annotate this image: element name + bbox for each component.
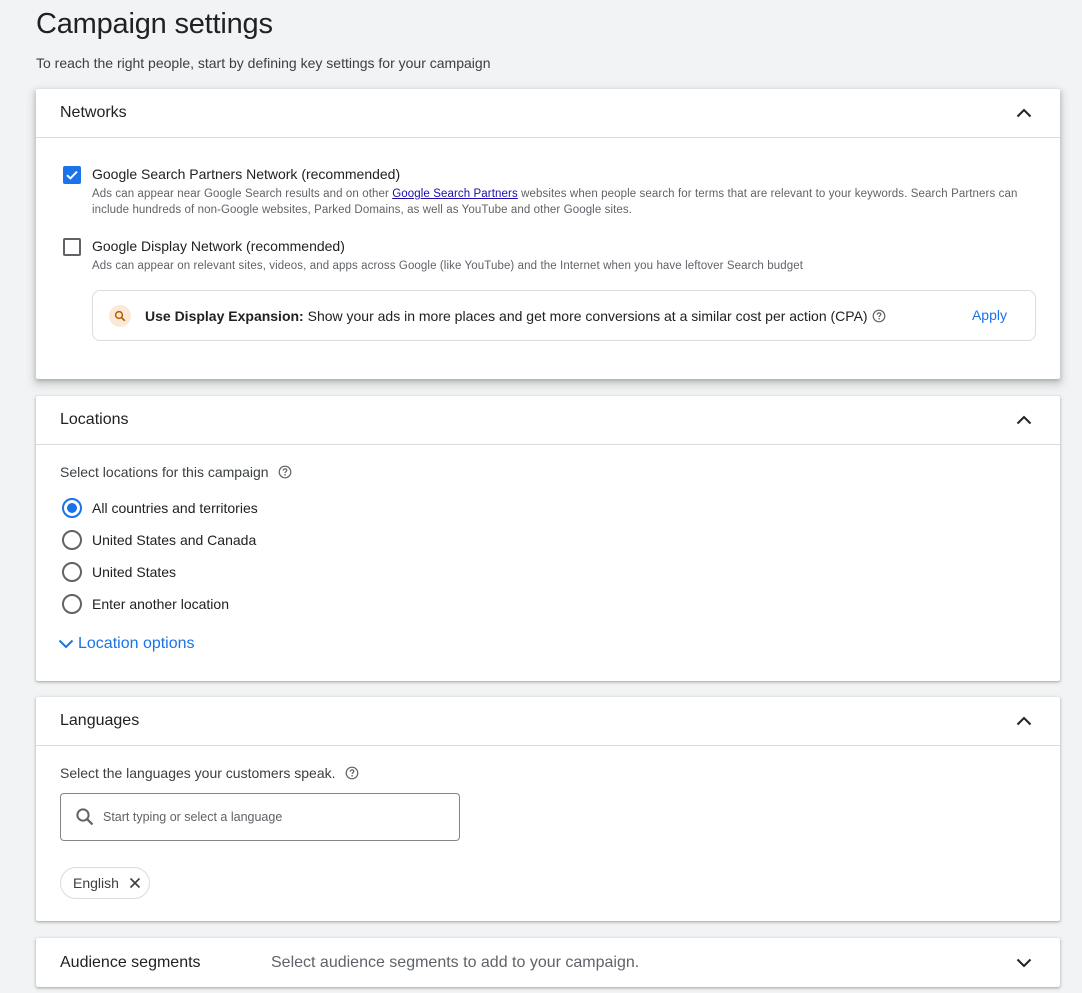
close-icon[interactable] xyxy=(129,877,141,889)
language-chip: English xyxy=(60,867,150,899)
check-icon xyxy=(66,170,78,180)
search-icon xyxy=(109,305,131,327)
help-icon[interactable] xyxy=(278,465,292,482)
chevron-up-icon[interactable] xyxy=(1012,709,1036,733)
search-icon xyxy=(76,808,94,826)
chevron-down-icon xyxy=(58,639,74,649)
audience-title: Audience segments xyxy=(60,953,201,971)
location-radio-us[interactable] xyxy=(62,562,82,582)
display-expansion-banner: Use Display Expansion: Show your ads in … xyxy=(92,290,1036,341)
search-partners-checkbox[interactable] xyxy=(63,166,81,184)
chevron-up-icon[interactable] xyxy=(1012,408,1036,432)
language-search-field[interactable] xyxy=(60,793,460,841)
location-radio-us-canada[interactable] xyxy=(62,530,82,550)
networks-header[interactable]: Networks xyxy=(36,89,1060,138)
location-option-label: All countries and territories xyxy=(92,500,258,516)
locations-prompt-text: Select locations for this campaign xyxy=(60,464,269,480)
audience-card[interactable]: Audience segments Select audience segmen… xyxy=(36,938,1060,987)
location-options-toggle[interactable]: Location options xyxy=(58,635,195,653)
languages-title: Languages xyxy=(60,712,140,729)
networks-card: Networks Google Search Partners Network … xyxy=(36,89,1060,379)
location-radio-all[interactable] xyxy=(62,498,82,518)
search-partners-desc-prefix: Ads can appear near Google Search result… xyxy=(92,188,393,200)
display-expansion-body: Show your ads in more places and get mor… xyxy=(303,308,868,324)
apply-button[interactable]: Apply xyxy=(972,307,1007,323)
languages-prompt: Select the languages your customers spea… xyxy=(60,765,359,783)
search-partners-label: Google Search Partners Network (recommen… xyxy=(92,166,401,182)
display-network-checkbox[interactable] xyxy=(63,238,81,256)
location-option-label: United States xyxy=(92,564,177,580)
audience-desc: Select audience segments to add to your … xyxy=(271,953,640,971)
networks-title: Networks xyxy=(60,104,127,121)
location-radio-other[interactable] xyxy=(62,594,82,614)
chevron-up-icon[interactable] xyxy=(1012,101,1036,125)
help-icon[interactable] xyxy=(345,766,359,783)
location-option-label: United States and Canada xyxy=(92,532,257,548)
locations-header[interactable]: Locations xyxy=(36,396,1060,445)
location-options-label: Location options xyxy=(78,635,195,652)
audience-header[interactable]: Audience segments Select audience segmen… xyxy=(36,938,1060,987)
locations-card: Locations Select locations for this camp… xyxy=(36,396,1060,681)
display-expansion-title: Use Display Expansion: xyxy=(145,308,304,324)
language-chip-label: English xyxy=(73,875,119,891)
languages-prompt-text: Select the languages your customers spea… xyxy=(60,765,336,781)
display-network-desc: Ads can appear on relevant sites, videos… xyxy=(92,260,803,272)
page-title: Campaign settings xyxy=(36,8,273,40)
display-network-label: Google Display Network (recommended) xyxy=(92,238,345,254)
languages-card: Languages Select the languages your cust… xyxy=(36,697,1060,921)
language-search-input[interactable] xyxy=(103,794,443,840)
display-expansion-text: Use Display Expansion: Show your ads in … xyxy=(145,308,886,326)
help-icon[interactable] xyxy=(872,309,886,326)
chevron-down-icon[interactable] xyxy=(1012,951,1036,975)
languages-header[interactable]: Languages xyxy=(36,697,1060,746)
locations-title: Locations xyxy=(60,411,129,428)
search-partners-link[interactable]: Google Search Partners xyxy=(392,188,518,200)
location-option-label: Enter another location xyxy=(92,596,229,612)
page-subtitle: To reach the right people, start by defi… xyxy=(36,55,491,71)
locations-prompt: Select locations for this campaign xyxy=(60,464,292,482)
search-partners-desc: Ads can appear near Google Search result… xyxy=(92,186,1022,218)
